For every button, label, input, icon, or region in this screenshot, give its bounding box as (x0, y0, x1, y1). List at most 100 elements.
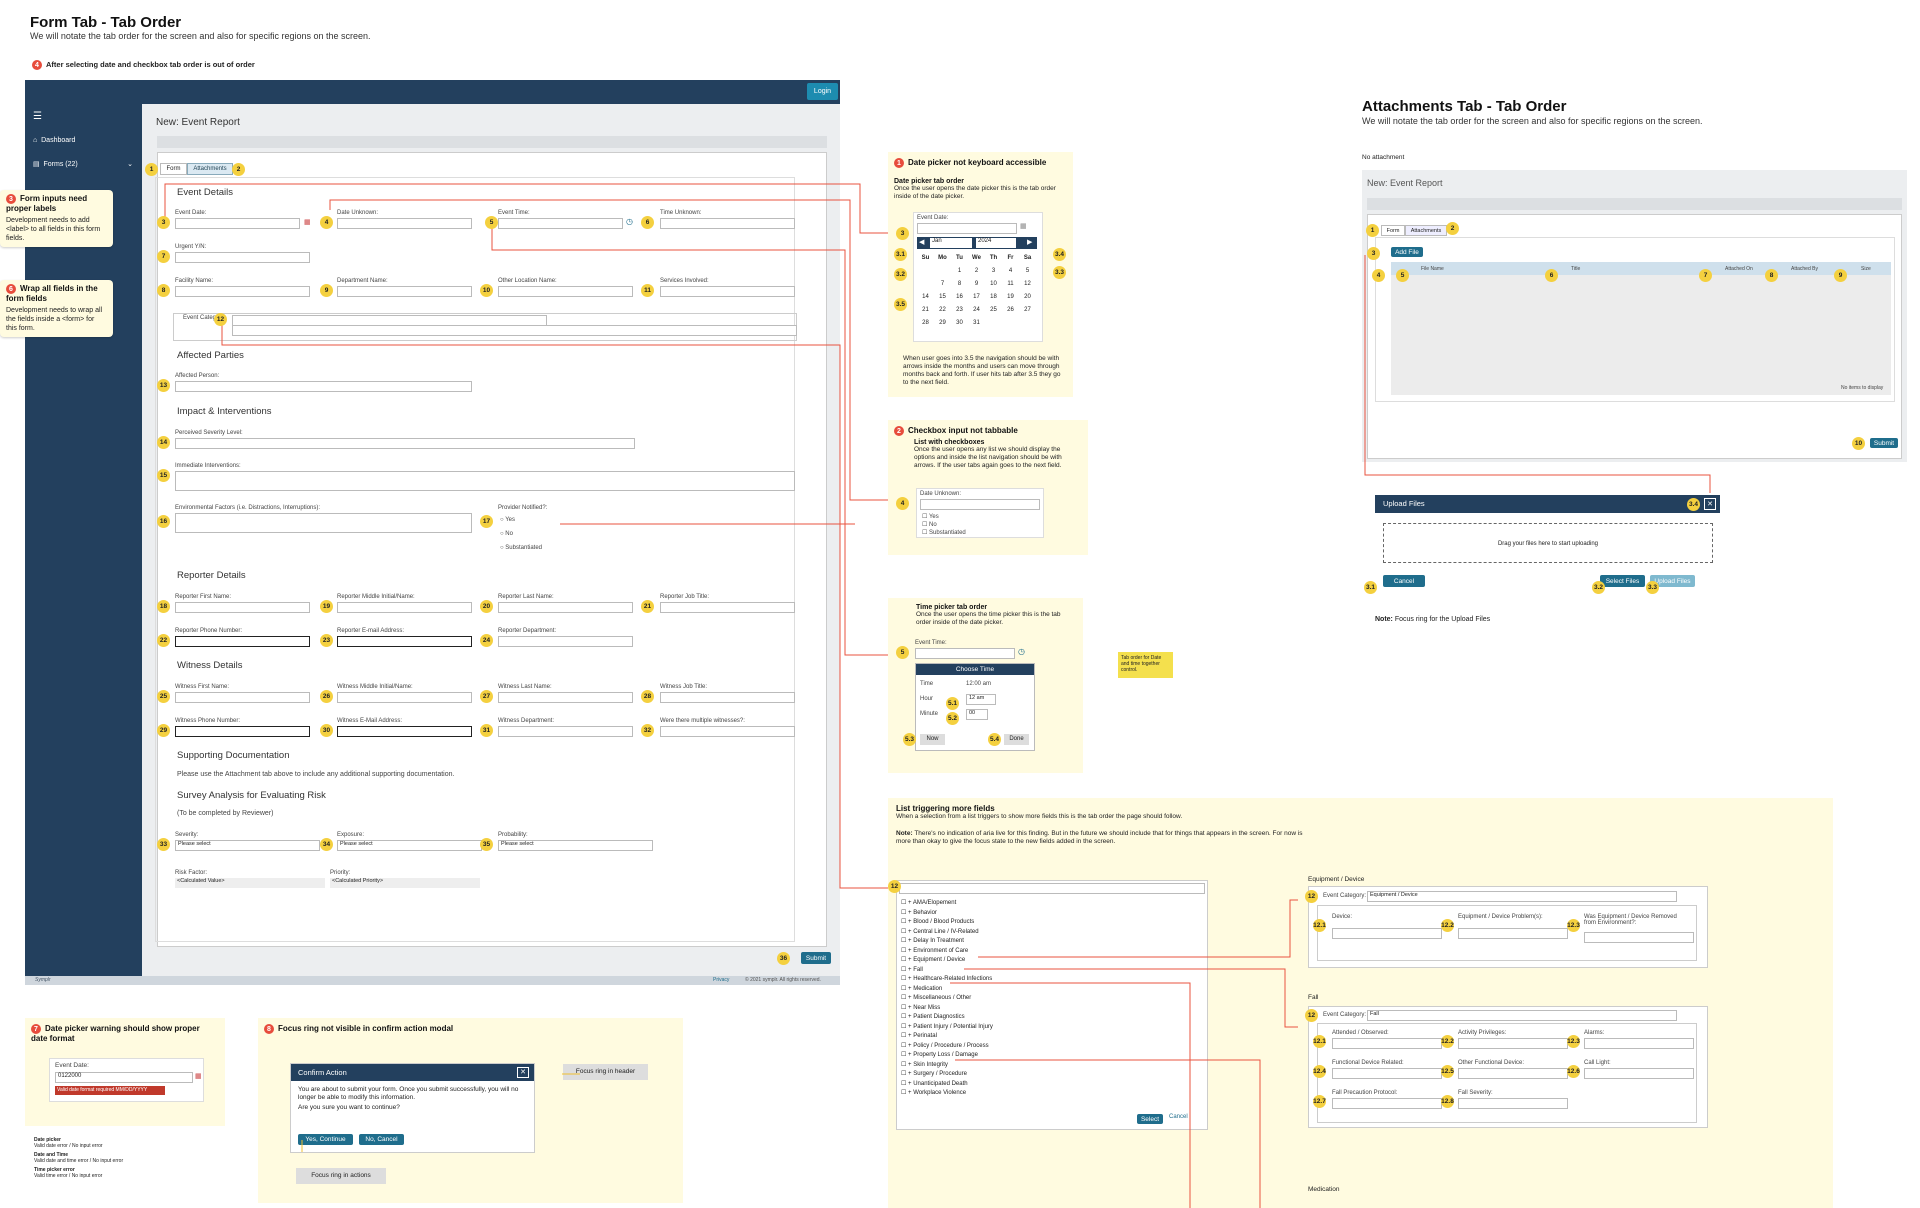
dp-day-cell[interactable]: 23 (951, 303, 968, 316)
rep-last-input[interactable] (498, 602, 633, 613)
cb-yes[interactable]: ☐ Yes (922, 513, 939, 520)
rep-phone-input[interactable] (175, 636, 310, 647)
equip-device-input[interactable] (1332, 928, 1442, 939)
dp-day-cell[interactable]: 20 (1019, 290, 1036, 303)
dp-day-cell[interactable]: 11 (1002, 277, 1019, 290)
category-option[interactable]: ☐ + AMA/Elopement (901, 899, 1141, 909)
category-list-select[interactable] (899, 883, 1205, 894)
tp-now-button[interactable]: Now (920, 734, 945, 745)
dp-prev-icon[interactable]: ◀ (919, 238, 924, 246)
tp-clock-icon[interactable]: ◷ (1018, 647, 1025, 656)
rep-email-input[interactable] (337, 636, 472, 647)
tp-event-time-input[interactable] (915, 648, 1015, 659)
category-option[interactable]: ☐ + Central Line / IV-Related (901, 928, 1141, 938)
rep-middle-input[interactable] (337, 602, 472, 613)
modal-yes-button[interactable]: Yes, Continue (298, 1134, 353, 1145)
dp-day-cell[interactable]: 15 (934, 290, 951, 303)
dp-day-cell[interactable]: 16 (951, 290, 968, 303)
provider-no[interactable]: ○ No (500, 531, 513, 537)
wit-middle-input[interactable] (337, 692, 472, 703)
attach-tab-form[interactable]: Form (1381, 225, 1405, 236)
menu-icon[interactable]: ☰ (33, 111, 42, 122)
warn-calendar-icon[interactable]: ▦ (195, 1072, 202, 1080)
fall-cat-select[interactable]: Fall (1367, 1010, 1677, 1021)
dp-day-cell[interactable]: 8 (951, 277, 968, 290)
dp-day-cell[interactable]: 30 (951, 316, 968, 329)
interventions-textarea[interactable] (175, 471, 795, 491)
dp-next-icon[interactable]: ▶ (1027, 238, 1032, 246)
category-option[interactable]: ☐ + Miscellaneous / Other (901, 994, 1141, 1004)
services-input[interactable] (660, 286, 795, 297)
close-icon[interactable]: ✕ (517, 1067, 529, 1078)
tab-form[interactable]: Form (160, 163, 187, 175)
dp-day-cell[interactable]: 2 (968, 264, 985, 277)
dp-day-cell[interactable]: 14 (917, 290, 934, 303)
wit-dept-input[interactable] (498, 726, 633, 737)
dp-day-cell[interactable]: 3 (985, 264, 1002, 277)
equip-problem-input[interactable] (1458, 928, 1568, 939)
provider-yes[interactable]: ○ Yes (500, 517, 515, 523)
category-option[interactable]: ☐ + Skin Integrity (901, 1061, 1141, 1071)
category-option[interactable]: ☐ + Property Loss / Damage (901, 1051, 1141, 1061)
equip-cat-select[interactable]: Equipment / Device (1367, 891, 1677, 902)
exposure-select[interactable]: Please select (337, 840, 482, 851)
attach-submit-button[interactable]: Submit (1870, 438, 1898, 448)
dp-calendar-icon[interactable]: ▦ (1020, 222, 1027, 230)
dp-day-cell[interactable]: 19 (1002, 290, 1019, 303)
department-input[interactable] (337, 286, 472, 297)
severity-survey-select[interactable]: Please select (175, 840, 320, 851)
dp-day-cell[interactable]: 26 (1002, 303, 1019, 316)
event-category-expand[interactable] (232, 325, 797, 336)
tab-attachments[interactable]: Attachments (187, 163, 233, 175)
fall-calllight-input[interactable] (1584, 1068, 1694, 1079)
tp-hour-select[interactable]: 12 am (966, 694, 996, 705)
warn-date-input[interactable]: 0122000 (55, 1072, 193, 1083)
wit-last-input[interactable] (498, 692, 633, 703)
fall-severity-input[interactable] (1458, 1098, 1568, 1109)
tp-minute-select[interactable]: 00 (966, 709, 988, 720)
dp-day-cell[interactable]: 27 (1019, 303, 1036, 316)
category-option[interactable]: ☐ + Equipment / Device (901, 956, 1141, 966)
nav-dashboard[interactable]: ⌂ Dashboard (33, 137, 75, 144)
fall-activity-input[interactable] (1458, 1038, 1568, 1049)
cb-select[interactable] (920, 499, 1040, 510)
category-option[interactable]: ☐ + Behavior (901, 909, 1141, 919)
attach-tab-attachments[interactable]: Attachments (1405, 225, 1447, 236)
dp-day-cell[interactable]: 31 (968, 316, 985, 329)
calendar-icon[interactable]: ▦ (304, 218, 311, 226)
drop-zone[interactable]: Drag your files here to start uploading (1383, 523, 1713, 563)
list-select-button[interactable]: Select (1137, 1114, 1163, 1124)
cb-no[interactable]: ☐ No (922, 521, 937, 528)
dp-day-cell[interactable]: 18 (985, 290, 1002, 303)
dp-day-cell[interactable]: 17 (968, 290, 985, 303)
fall-alarms-input[interactable] (1584, 1038, 1694, 1049)
category-option[interactable]: ☐ + Environment of Care (901, 947, 1141, 957)
category-option[interactable]: ☐ + Workplace Violence (901, 1089, 1141, 1099)
list-cancel-button[interactable]: Cancel (1169, 1114, 1188, 1120)
wit-multi-select[interactable] (660, 726, 795, 737)
submit-button[interactable]: Submit (801, 952, 831, 964)
dp-month-select[interactable]: Jan (930, 238, 972, 248)
add-file-button[interactable]: Add File (1391, 247, 1423, 257)
category-option[interactable]: ☐ + Perinatal (901, 1032, 1141, 1042)
login-button[interactable]: Login (807, 83, 838, 100)
tp-done-button[interactable]: Done (1004, 734, 1029, 745)
cb-sub-opt[interactable]: ☐ Substantiated (922, 529, 966, 536)
wit-email-input[interactable] (337, 726, 472, 737)
category-option[interactable]: ☐ + Fall (901, 966, 1141, 976)
event-time-input[interactable] (498, 218, 623, 229)
dp-day-cell[interactable]: 22 (934, 303, 951, 316)
dp-day-cell[interactable]: 24 (968, 303, 985, 316)
wit-first-input[interactable] (175, 692, 310, 703)
fall-functional-input[interactable] (1332, 1068, 1442, 1079)
other-location-input[interactable] (498, 286, 633, 297)
category-option[interactable]: ☐ + Blood / Blood Products (901, 918, 1141, 928)
time-unknown-select[interactable] (660, 218, 795, 229)
facility-input[interactable] (175, 286, 310, 297)
upload-cancel-button[interactable]: Cancel (1383, 575, 1425, 587)
affected-person-select[interactable] (175, 381, 472, 392)
modal-no-button[interactable]: No, Cancel (359, 1134, 404, 1145)
dp-year-select[interactable]: 2024 (976, 238, 1016, 248)
category-option[interactable]: ☐ + Delay In Treatment (901, 937, 1141, 947)
dp-day-cell[interactable]: 9 (968, 277, 985, 290)
